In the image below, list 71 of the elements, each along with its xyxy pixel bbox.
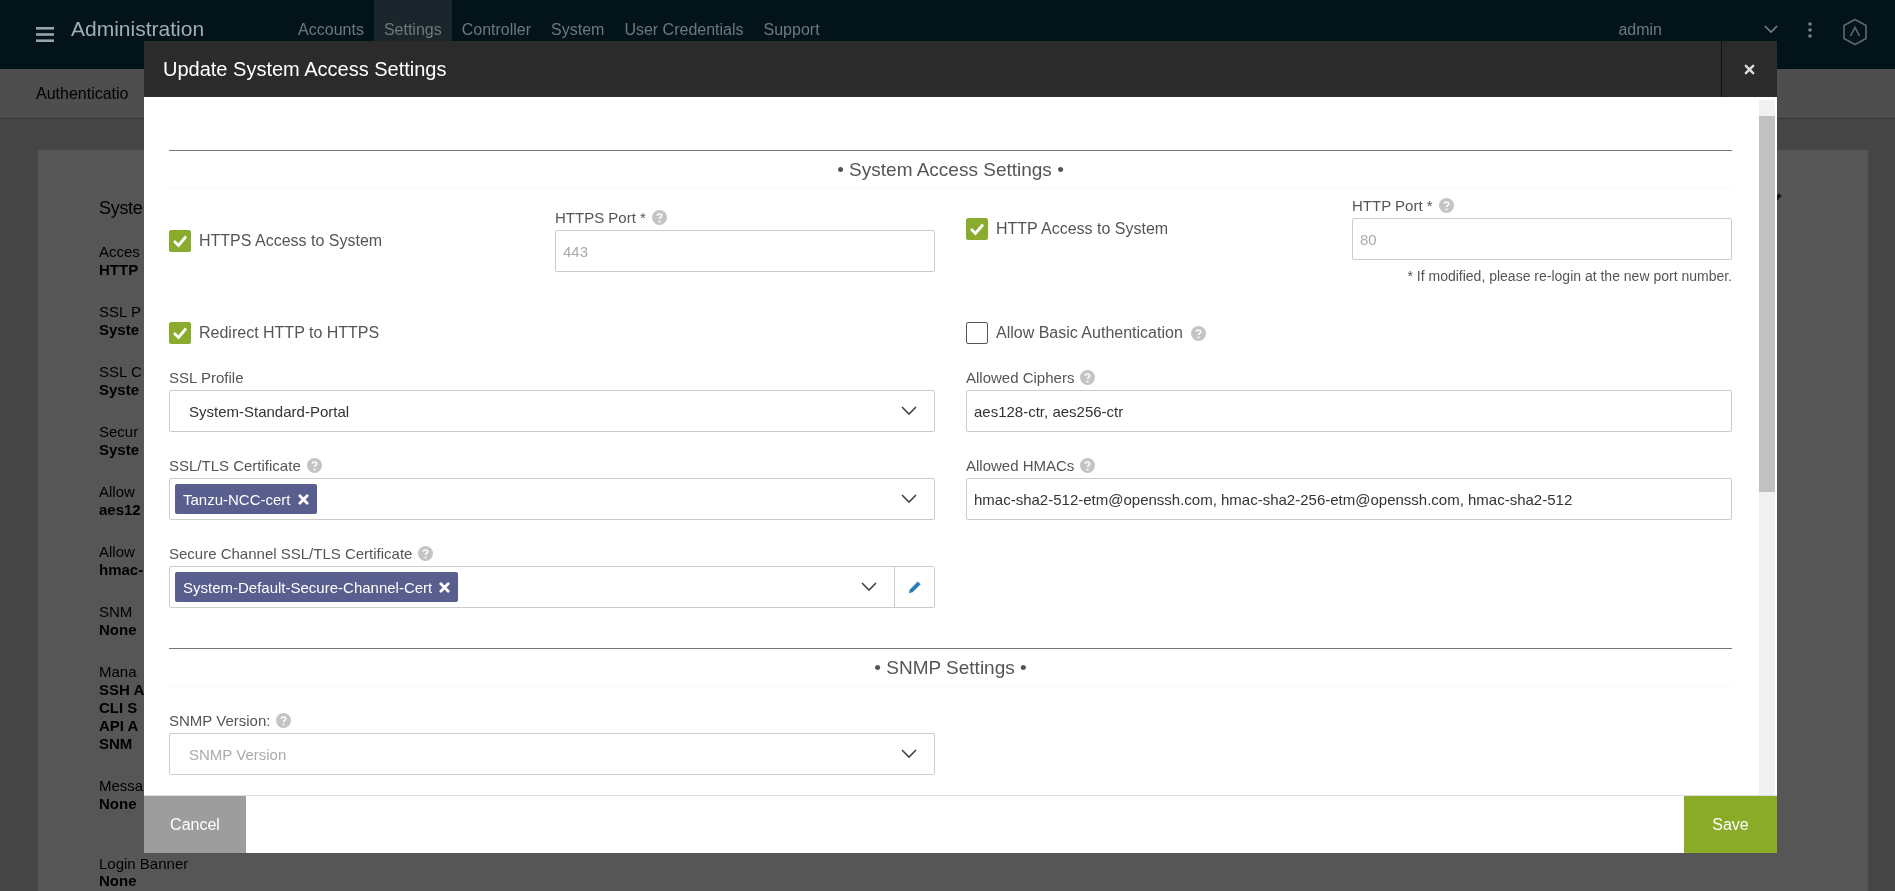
checkbox[interactable] <box>966 217 988 240</box>
dropdown-field[interactable]: Tanzu-NCC-cert <box>170 479 934 519</box>
dropdown-field[interactable]: SNMP Version <box>170 734 934 774</box>
checkbox[interactable] <box>966 322 988 344</box>
logo-icon <box>1842 17 1868 46</box>
summary-label: Login Banner <box>99 855 189 872</box>
summary-label: Acces <box>99 243 140 261</box>
help-icon[interactable] <box>1080 458 1096 473</box>
help-icon[interactable] <box>418 546 434 561</box>
app-title: Administration <box>71 17 205 40</box>
field-label: Allowed HMACs <box>966 457 1075 474</box>
checkbox-label: Allow Basic Authentication <box>996 324 1183 342</box>
help-icon[interactable] <box>1190 325 1206 341</box>
checkbox[interactable] <box>169 322 191 344</box>
summary-value: aes12 <box>99 501 141 519</box>
summary-value: hmac- <box>99 561 144 579</box>
summary-label: Allow <box>99 543 135 561</box>
field-label: HTTPS Port * <box>555 209 646 226</box>
kebab-icon[interactable] <box>1808 21 1812 38</box>
summary-value: CLI S <box>99 699 138 717</box>
close-icon[interactable] <box>1744 63 1755 75</box>
summary-value: HTTP <box>99 261 139 279</box>
checkbox-label: HTTPS Access to System <box>199 231 383 250</box>
field-label: SSL/TLS Certificate <box>169 457 301 474</box>
summary-value: Syste <box>99 381 140 399</box>
summary-value: SSH A <box>99 681 145 699</box>
tag-chip[interactable]: Tanzu-NCC-cert <box>175 484 317 514</box>
summary-value: SNM <box>99 735 133 753</box>
dropdown-field[interactable]: System-Standard-Portal <box>170 391 934 431</box>
field-label: Allowed Ciphers <box>966 369 1075 386</box>
summary-value: None <box>99 795 137 813</box>
port-note: * If modified, please re-login at the new port number. <box>1406 268 1732 284</box>
scrollbar[interactable] <box>1759 100 1775 795</box>
checkbox-label: HTTP Access to System <box>996 219 1169 238</box>
summary-value: None <box>99 621 137 639</box>
remove-icon[interactable] <box>297 493 309 505</box>
chevron-icon[interactable] <box>901 406 917 416</box>
summary-label: SSL P <box>99 303 141 321</box>
menu-icon[interactable] <box>36 27 54 42</box>
cancel-button[interactable]: Cancel <box>144 796 246 853</box>
summary-value: API A <box>99 717 139 735</box>
summary-label: Mana <box>99 663 137 681</box>
field-label: Secure Channel SSL/TLS Certificate <box>169 545 413 562</box>
card-title: Syste <box>99 198 143 219</box>
summary-label: Allow <box>99 483 135 501</box>
checkbox-label: Redirect HTTP to HTTPS <box>199 324 380 342</box>
summary-value: Syste <box>99 441 140 459</box>
section-title: • SNMP Settings • <box>874 657 1027 679</box>
scrollbar-thumb[interactable] <box>1759 116 1775 492</box>
text-field[interactable]: hmac-sha2-512-etm@openssh.com, hmac-sha2-256-etm@openssh.com, hmac-sha2-512 <box>966 478 1732 520</box>
summary-label: SSL C <box>99 363 142 381</box>
field-label: SNMP Version: <box>169 712 271 729</box>
field-label: SSL Profile <box>169 369 244 386</box>
help-icon[interactable] <box>276 713 292 728</box>
text-field[interactable]: aes128-ctr, aes256-ctr <box>966 390 1732 432</box>
chevron-icon[interactable] <box>1764 25 1778 34</box>
chevron-icon[interactable] <box>901 494 917 504</box>
section-title: • System Access Settings • <box>837 159 1064 181</box>
chevron-icon[interactable] <box>901 749 917 759</box>
breadcrumb[interactable]: Authenticatio <box>36 84 129 103</box>
checkbox[interactable] <box>169 229 191 252</box>
summary-label: SNM <box>99 603 133 621</box>
save-button[interactable]: Save <box>1684 796 1777 853</box>
summary-value: Syste <box>99 321 140 339</box>
summary-label: Secur <box>99 423 139 441</box>
help-icon[interactable] <box>306 458 322 473</box>
user-menu[interactable]: admin <box>1618 20 1778 49</box>
help-icon[interactable] <box>1080 370 1096 385</box>
field-label: HTTP Port * <box>1352 197 1433 214</box>
summary-value: None <box>99 872 137 889</box>
summary-label: Messa <box>99 777 144 795</box>
